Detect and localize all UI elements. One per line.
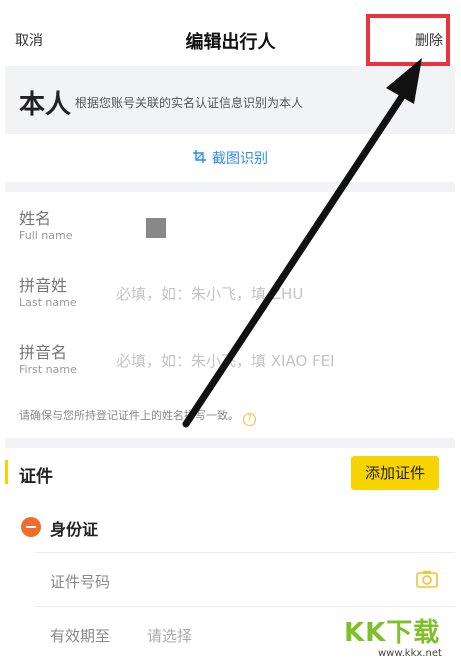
section-divider: [5, 438, 455, 448]
full-name-label: 姓名: [19, 209, 52, 228]
first-name-label: 拼音名: [19, 343, 68, 362]
watermark-url: www.kkx.net: [378, 648, 442, 659]
add-certificate-button[interactable]: 添加证件: [351, 456, 439, 490]
last-name-input[interactable]: 必填，如：朱小飞，填 ZHU: [116, 283, 303, 304]
row-divider: [35, 606, 455, 607]
question-icon[interactable]: ?: [243, 413, 256, 426]
last-name-label: 拼音姓: [19, 276, 68, 295]
name-redaction-block: [146, 218, 166, 238]
watermark-logo: KK下载 www.kkx.net: [344, 612, 456, 664]
crop-icon: [193, 150, 206, 167]
last-name-label-en: Last name: [19, 296, 77, 309]
row-divider: [35, 552, 455, 553]
delete-highlight-box: [366, 14, 450, 66]
remove-icon[interactable]: [21, 517, 41, 537]
validity-label: 有效期至: [50, 627, 111, 645]
ocr-label: 截图识别: [212, 151, 268, 167]
first-name-input[interactable]: 必填，如：朱小飞，填 XIAO FEI: [116, 350, 335, 371]
id-number-label: 证件号码: [50, 573, 111, 591]
full-name-label-en: Full name: [19, 229, 73, 242]
self-note: 根据您账号关联的实名认证信息识别为本人: [75, 96, 304, 110]
name-hint: 请确保与您所持登记证件上的姓名拼写一致。?: [19, 407, 256, 426]
screenshot-recognition-link[interactable]: 截图识别: [0, 148, 461, 168]
self-label: 本人: [19, 90, 72, 120]
section-accent-bar: [5, 460, 8, 484]
id-type-label: 身份证: [50, 520, 99, 539]
first-name-label-en: First name: [19, 363, 77, 376]
camera-icon[interactable]: [416, 570, 438, 588]
section-divider: [5, 182, 455, 192]
self-banner: 本人 根据您账号关联的实名认证信息识别为本人: [5, 66, 455, 134]
watermark-text: KK下载: [344, 618, 441, 648]
hint-text: 请确保与您所持登记证件上的姓名拼写一致。: [19, 409, 239, 422]
certificate-section-title: 证件: [19, 467, 53, 487]
validity-select[interactable]: 请选择: [147, 625, 192, 646]
